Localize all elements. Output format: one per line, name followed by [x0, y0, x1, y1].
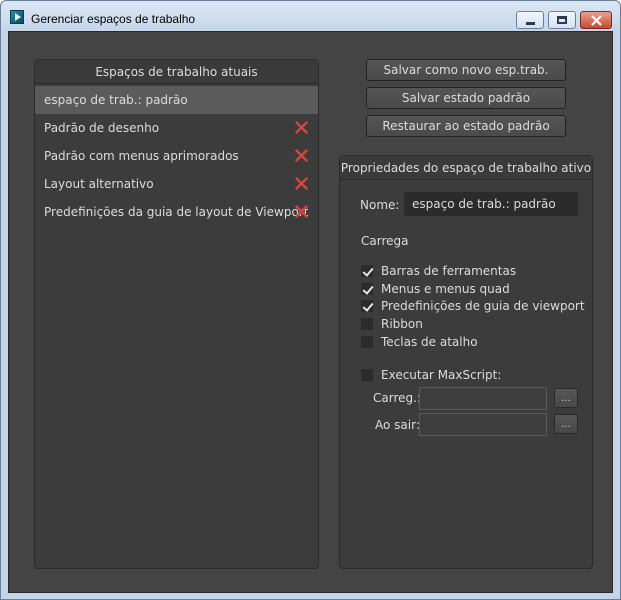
checkbox-label: Barras de ferramentas	[381, 264, 517, 278]
hotkeys-checkbox[interactable]: Teclas de atalho	[361, 334, 478, 350]
checkbox-label: Teclas de atalho	[381, 335, 478, 349]
window-title: Gerenciar espaços de trabalho	[31, 12, 196, 26]
list-item[interactable]: espaço de trab.: padrão	[35, 86, 318, 114]
menus-checkbox[interactable]: Menus e menus quad	[361, 281, 510, 297]
workspace-label: Padrão com menus aprimorados	[44, 149, 239, 163]
minimize-button[interactable]	[516, 11, 544, 29]
delete-icon[interactable]	[295, 205, 308, 218]
delete-icon[interactable]	[295, 177, 308, 190]
workspaces-header: Espaços de trabalho atuais	[35, 60, 318, 84]
run-maxscript-checkbox[interactable]: Executar MaxScript:	[361, 367, 501, 383]
maximize-button[interactable]	[548, 11, 576, 29]
checkbox-box[interactable]	[361, 300, 373, 312]
save-as-new-button[interactable]: Salvar como novo esp.trab.	[366, 59, 566, 81]
maximize-icon	[557, 16, 567, 24]
title-bar[interactable]: Gerenciar espaços de trabalho	[1, 1, 620, 31]
app-logo-icon	[10, 10, 24, 24]
delete-icon[interactable]	[295, 121, 308, 134]
dialog-body: Espaços de trabalho atuais espaço de tra…	[8, 31, 613, 593]
close-button[interactable]	[580, 11, 612, 29]
viewport-presets-checkbox[interactable]: Predefinições de guia de viewport	[361, 298, 585, 314]
delete-icon[interactable]	[295, 149, 308, 162]
exit-script-field[interactable]	[419, 413, 547, 436]
workspace-label: Layout alternativo	[44, 177, 154, 191]
load-script-field[interactable]	[419, 387, 547, 410]
browse-exit-script-button[interactable]: ...	[554, 414, 578, 434]
properties-header: Propriedades do espaço de trabalho ativo	[340, 156, 592, 180]
workspace-label: espaço de trab.: padrão	[44, 93, 188, 107]
load-script-label: Carreg.:	[373, 391, 421, 405]
restore-default-state-button[interactable]: Restaurar ao estado padrão	[366, 115, 566, 137]
checkbox-box[interactable]	[361, 336, 373, 348]
properties-panel: Propriedades do espaço de trabalho ativo	[339, 155, 593, 569]
exit-script-label: Ao sair:	[375, 418, 420, 432]
list-item[interactable]: Predefinições da guia de layout de Viewp…	[35, 198, 318, 226]
name-field[interactable]: espaço de trab.: padrão	[404, 192, 578, 216]
checkbox-label: Ribbon	[381, 317, 423, 331]
ribbon-checkbox[interactable]: Ribbon	[361, 316, 423, 332]
toolbars-checkbox[interactable]: Barras de ferramentas	[361, 263, 516, 279]
loads-label: Carrega	[361, 234, 409, 248]
checkbox-box[interactable]	[361, 265, 373, 277]
checkbox-box[interactable]	[361, 318, 373, 330]
workspace-list: espaço de trab.: padrão Padrão de desenh…	[35, 86, 318, 226]
dialog-window: Gerenciar espaços de trabalho Espaços de…	[0, 0, 621, 600]
checkbox-box[interactable]	[361, 369, 373, 381]
name-label: Nome:	[360, 198, 400, 212]
checkbox-label: Predefinições de guia de viewport	[381, 299, 585, 313]
checkbox-label: Menus e menus quad	[381, 282, 510, 296]
browse-load-script-button[interactable]: ...	[554, 388, 578, 408]
minimize-icon	[525, 21, 535, 25]
list-item[interactable]: Padrão com menus aprimorados	[35, 142, 318, 170]
list-item[interactable]: Padrão de desenho	[35, 114, 318, 142]
workspaces-panel: Espaços de trabalho atuais espaço de tra…	[34, 59, 319, 569]
workspace-label: Padrão de desenho	[44, 121, 160, 135]
workspace-label: Predefinições da guia de layout de Viewp…	[44, 205, 309, 219]
save-default-state-button[interactable]: Salvar estado padrão	[366, 87, 566, 109]
checkbox-label: Executar MaxScript:	[381, 368, 502, 382]
close-icon	[590, 14, 602, 26]
list-item[interactable]: Layout alternativo	[35, 170, 318, 198]
checkbox-box[interactable]	[361, 283, 373, 295]
